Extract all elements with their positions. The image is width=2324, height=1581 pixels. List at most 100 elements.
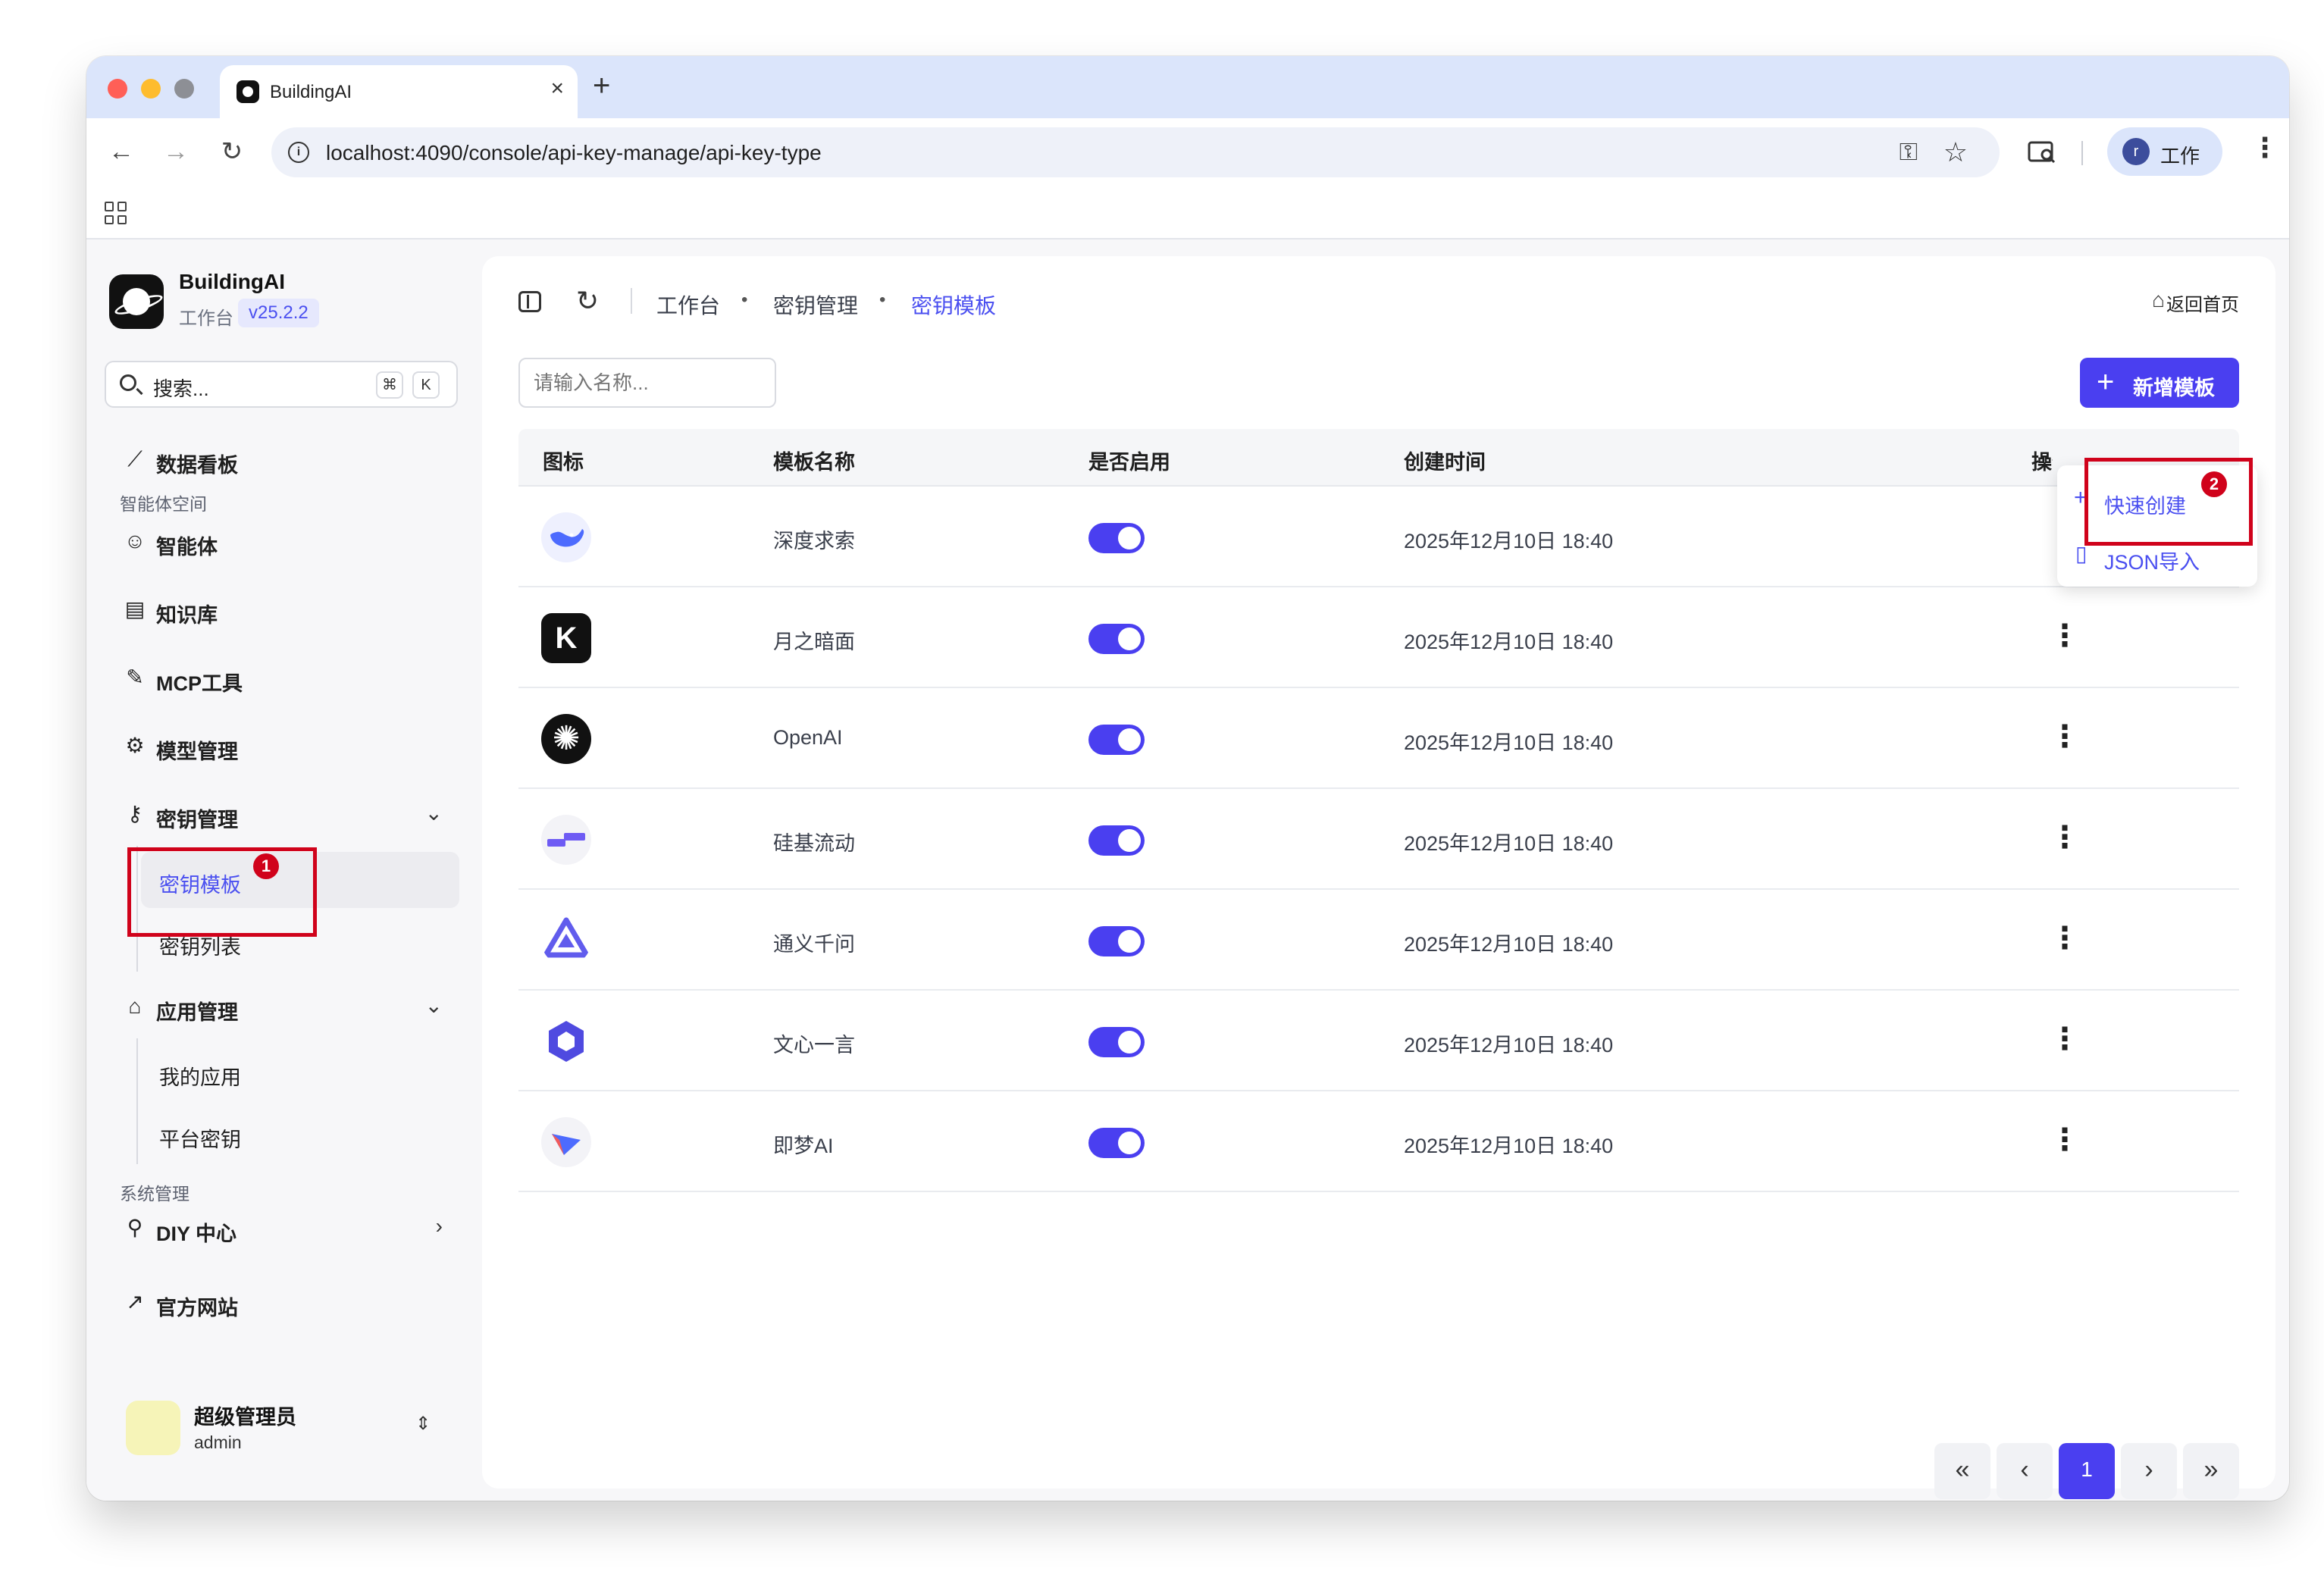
last-page-icon[interactable]: » [2183,1443,2239,1499]
column-header-created: 创建时间 [1404,451,1486,474]
sidebar-item-diy[interactable]: ⚲ DIY 中心 › [123,1205,456,1251]
first-page-icon[interactable]: « [1934,1443,1990,1499]
sidebar-item-apps[interactable]: ⌂ 应用管理 ⌄ [123,984,456,1029]
sidebar-item-mcp[interactable]: ✎ MCP工具 [123,655,456,700]
back-icon[interactable]: ← [105,135,138,168]
minimize-window-button[interactable] [141,79,161,99]
next-page-icon[interactable]: › [2121,1443,2177,1499]
sidebar-collapse-icon[interactable] [518,291,541,312]
enabled-toggle[interactable] [1088,1128,1145,1158]
sidebar-item-label: 模型管理 [156,740,238,763]
chevron-up-down-icon[interactable]: ⇕ [415,1413,431,1435]
chevron-down-icon: ⌄ [424,994,443,1017]
wrench-icon: ✎ [126,665,144,689]
new-tab-icon[interactable]: + [593,67,610,105]
enabled-toggle[interactable] [1088,1027,1145,1057]
page-button-current[interactable]: 1 [2059,1443,2115,1499]
browser-toolbar: ← → ↻ i localhost:4090/console/api-key-m… [86,118,2289,186]
enabled-toggle[interactable] [1088,725,1145,755]
more-actions-icon[interactable]: ⋮ [2050,715,2080,758]
apps-grid-icon[interactable] [105,202,127,224]
tab-search-icon[interactable] [2027,136,2057,167]
template-name: 深度求索 [773,530,855,553]
bookmark-star-icon[interactable]: ☆ [1943,136,1968,168]
name-search-input[interactable] [518,358,776,408]
table-row: OpenAI 2025年12月10日 18:40 ⋮ [518,688,2239,789]
home-icon[interactable]: ⌂ [2152,288,2165,312]
created-time: 2025年12月10日 18:40 [1404,933,1614,956]
search-placeholder: 搜索... [153,377,209,400]
annotation-badge-2: 2 [2201,471,2227,497]
more-actions-icon[interactable]: ⋮ [2050,816,2080,859]
sidebar-item-agent[interactable]: ☺ 智能体 [123,518,456,564]
created-time: 2025年12月10日 18:40 [1404,631,1614,653]
enabled-toggle[interactable] [1088,926,1145,956]
sidebar-item-label: MCP工具 [156,672,243,695]
brand-logo[interactable] [109,274,164,329]
siliconflow-icon [541,815,591,865]
section-label-agent: 智能体空间 [120,494,207,514]
breadcrumb-separator: • [879,290,886,310]
forward-icon[interactable]: → [159,135,193,168]
browser-menu-icon[interactable]: ⋮ [2251,132,2279,164]
profile-button[interactable]: r 工作 [2107,127,2222,176]
sidebar-item-keys[interactable]: ⚷ 密钥管理 ⌄ [123,791,456,837]
section-label-system: 系统管理 [120,1184,189,1204]
sidebar-item-knowledge[interactable]: ▤ 知识库 [123,587,456,632]
sidebar-subitem-platform-keys[interactable]: 平台密钥 [141,1107,459,1163]
book-icon: ▤ [124,597,146,621]
address-bar[interactable]: i localhost:4090/console/api-key-manage/… [271,127,2000,177]
more-actions-icon[interactable]: ⋮ [2050,1018,2080,1060]
template-name: 月之暗面 [773,631,855,653]
openai-icon [541,714,591,764]
breadcrumb-item[interactable]: 密钥管理 [773,290,858,320]
sidebar-search[interactable]: 搜索... ⌘ K [105,361,458,408]
avatar[interactable] [126,1401,180,1455]
breadcrumb-item[interactable]: 工作台 [656,290,720,320]
tab-title: BuildingAI [270,82,352,102]
sidebar-item-models[interactable]: ⚙ 模型管理 [123,723,456,769]
menu-item-json-import[interactable]: JSON导入 [2104,546,2200,575]
site-info-icon[interactable]: i [288,142,309,163]
sidebar-subitem-label: 我的应用 [159,1066,241,1089]
main-panel: ↻ 工作台 • 密钥管理 • 密钥模板 ⌂ 返回首页 + 新增模板 图标 模板名… [482,256,2275,1499]
more-actions-icon[interactable]: ⋮ [2050,917,2080,960]
template-name: 即梦AI [773,1135,834,1157]
sidebar-subitem-my-apps[interactable]: 我的应用 [141,1044,459,1100]
breadcrumb-divider [631,288,632,314]
enabled-toggle[interactable] [1088,523,1145,553]
more-actions-icon[interactable]: ⋮ [2050,1119,2080,1161]
enabled-toggle[interactable] [1088,624,1145,654]
browser-tab[interactable]: BuildingAI × [220,65,578,118]
sidebar-item-website[interactable]: ↗ 官方网站 [123,1279,456,1325]
close-tab-icon[interactable]: × [550,76,564,102]
prev-page-icon[interactable]: ‹ [1997,1443,2053,1499]
zoom-window-button[interactable] [174,79,194,99]
template-name: 硅基流动 [773,832,855,855]
tab-strip: BuildingAI × + [86,56,2289,118]
table-row: 硅基流动 2025年12月10日 18:40 ⋮ [518,789,2239,890]
table-row: 通义千问 2025年12月10日 18:40 ⋮ [518,890,2239,991]
column-header-enabled: 是否启用 [1088,451,1170,474]
url-text: localhost:4090/console/api-key-manage/ap… [326,141,822,164]
table-row: 文心一言 2025年12月10日 18:40 ⋮ [518,991,2239,1091]
add-template-button[interactable]: + 新增模板 [2080,358,2239,408]
created-time: 2025年12月10日 18:40 [1404,832,1614,855]
bookmarks-bar [86,186,2289,239]
password-key-icon[interactable]: ⚿ [1900,138,1918,167]
back-home-link[interactable]: 返回首页 [2166,290,2239,316]
jimeng-icon [541,1117,591,1167]
close-window-button[interactable] [108,79,127,99]
table-row: K 月之暗面 2025年12月10日 18:40 ⋮ [518,587,2239,688]
sidebar-subitem-label: 平台密钥 [159,1129,241,1151]
more-actions-icon[interactable]: ⋮ [2050,615,2080,657]
reload-icon[interactable]: ↻ [215,135,249,168]
add-template-dropdown: + 快速创建 ▯ JSON导入 2 [2057,458,2257,587]
sidebar-item-dashboard[interactable]: ⟋ 数据看板 [123,437,456,482]
model-icon: ⚙ [125,734,145,757]
template-name: 通义千问 [773,933,855,956]
table-row: 深度求索 2025年12月10日 18:40 ⋮ [518,487,2239,587]
refresh-icon[interactable]: ↻ [576,285,599,317]
enabled-toggle[interactable] [1088,825,1145,856]
brand-subtitle: 工作台 [179,308,233,329]
